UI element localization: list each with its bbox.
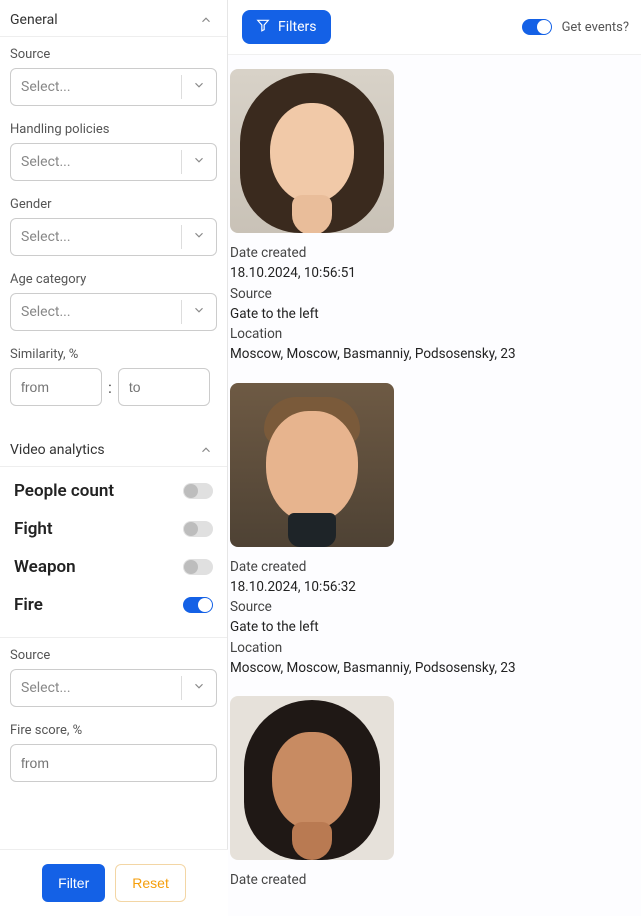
field-source: Source Select... (0, 37, 227, 112)
fire-score-from-input[interactable] (10, 744, 217, 782)
section-header-general[interactable]: General (0, 0, 227, 37)
reset-button[interactable]: Reset (115, 864, 186, 902)
select-divider (181, 676, 182, 700)
toggle-label-weapon: Weapon (14, 557, 76, 577)
filters-button-label: Filters (278, 19, 317, 35)
chevron-up-icon (199, 13, 213, 27)
select-placeholder: Select... (21, 304, 71, 320)
person-face-icon (230, 69, 394, 233)
person-face-icon (230, 383, 394, 547)
chevron-down-icon (192, 679, 206, 697)
label-source: Source (10, 47, 217, 62)
select-divider (181, 300, 182, 324)
field-va-source: Source Select... (0, 638, 227, 713)
event-location-label: Location (230, 324, 633, 344)
topbar: Filters Get events? (228, 0, 641, 55)
chevron-down-icon (192, 153, 206, 171)
event-date-label: Date created (230, 870, 633, 890)
select-placeholder: Select... (21, 154, 71, 170)
app-root: General Source Select... Handling polici… (0, 0, 641, 916)
toggle-row-fight: Fight (0, 515, 227, 553)
toggle-people-count[interactable] (183, 483, 213, 499)
event-location-value: Moscow, Moscow, Basmanniy, Podsosensky, … (230, 658, 633, 678)
event-card[interactable]: Date created18.10.2024, 10:56:32SourceGa… (228, 383, 633, 697)
toggle-fight[interactable] (183, 521, 213, 537)
event-location-value: Moscow, Moscow, Basmanniy, Podsosensky, … (230, 344, 633, 364)
event-source-label: Source (230, 597, 633, 617)
event-card[interactable]: Date created18.10.2024, 10:56:51SourceGa… (228, 69, 633, 383)
event-source-value: Gate to the left (230, 617, 633, 637)
filter-sidebar: General Source Select... Handling polici… (0, 0, 228, 916)
section-title-video-analytics: Video analytics (10, 442, 105, 458)
main-panel: Filters Get events? Date created18.10.20… (228, 0, 641, 916)
field-handling-policies: Handling policies Select... (0, 112, 227, 187)
label-handling-policies: Handling policies (10, 122, 217, 137)
sidebar-scroll[interactable]: General Source Select... Handling polici… (0, 0, 227, 916)
event-meta: Date created (230, 870, 633, 890)
section-title-general: General (10, 12, 58, 28)
select-placeholder: Select... (21, 79, 71, 95)
filters-button[interactable]: Filters (242, 10, 331, 44)
chevron-down-icon (192, 228, 206, 246)
filter-action-bar: Filter Reset (0, 849, 228, 916)
toggle-row-people-count: People count (0, 467, 227, 515)
event-source-value: Gate to the left (230, 304, 633, 324)
select-divider (181, 225, 182, 249)
field-age: Age category Select... (0, 262, 227, 337)
select-placeholder: Select... (21, 229, 71, 245)
event-date-value: 18.10.2024, 10:56:51 (230, 263, 633, 283)
event-source-label: Source (230, 284, 633, 304)
label-age: Age category (10, 272, 217, 287)
chevron-down-icon (192, 303, 206, 321)
get-events-label: Get events? (562, 20, 629, 35)
chevron-down-icon (192, 78, 206, 96)
event-date-label: Date created (230, 557, 633, 577)
event-card[interactable]: Date created (228, 696, 633, 908)
toggle-row-weapon: Weapon (0, 553, 227, 591)
event-meta: Date created18.10.2024, 10:56:32SourceGa… (230, 557, 633, 679)
person-face-icon (230, 696, 394, 860)
toggle-label-fire: Fire (14, 595, 43, 615)
event-location-label: Location (230, 638, 633, 658)
similarity-to-input[interactable] (118, 368, 210, 406)
section-header-video-analytics[interactable]: Video analytics (0, 430, 227, 467)
chevron-up-icon (199, 443, 213, 457)
event-photo[interactable] (230, 383, 394, 547)
get-events-control: Get events? (522, 19, 629, 35)
label-fire-score: Fire score, % (10, 723, 217, 738)
select-source[interactable]: Select... (10, 68, 217, 106)
select-divider (181, 75, 182, 99)
field-gender: Gender Select... (0, 187, 227, 262)
similarity-from-input[interactable] (10, 368, 102, 406)
label-va-source: Source (10, 648, 217, 663)
event-photo[interactable] (230, 696, 394, 860)
filter-button[interactable]: Filter (42, 864, 105, 902)
toggle-get-events[interactable] (522, 19, 552, 35)
select-handling-policies[interactable]: Select... (10, 143, 217, 181)
event-photo[interactable] (230, 69, 394, 233)
label-gender: Gender (10, 197, 217, 212)
toggle-label-people-count: People count (14, 481, 114, 501)
event-date-label: Date created (230, 243, 633, 263)
select-divider (181, 150, 182, 174)
toggle-fire[interactable] (183, 597, 213, 613)
event-date-value: 18.10.2024, 10:56:32 (230, 577, 633, 597)
range-separator: : (108, 378, 112, 397)
select-va-source[interactable]: Select... (10, 669, 217, 707)
label-similarity: Similarity, % (10, 347, 217, 362)
field-similarity: Similarity, % : (0, 337, 227, 412)
field-fire-score: Fire score, % (0, 713, 227, 788)
select-age[interactable]: Select... (10, 293, 217, 331)
toggle-row-fire: Fire (0, 591, 227, 629)
toggle-label-fight: Fight (14, 519, 53, 539)
event-meta: Date created18.10.2024, 10:56:51SourceGa… (230, 243, 633, 365)
toggle-weapon[interactable] (183, 559, 213, 575)
select-placeholder: Select... (21, 680, 71, 696)
select-gender[interactable]: Select... (10, 218, 217, 256)
video-analytics-toggles: People count Fight Weapon Fire (0, 467, 227, 638)
events-list[interactable]: Date created18.10.2024, 10:56:51SourceGa… (228, 55, 641, 916)
funnel-icon (256, 18, 270, 36)
